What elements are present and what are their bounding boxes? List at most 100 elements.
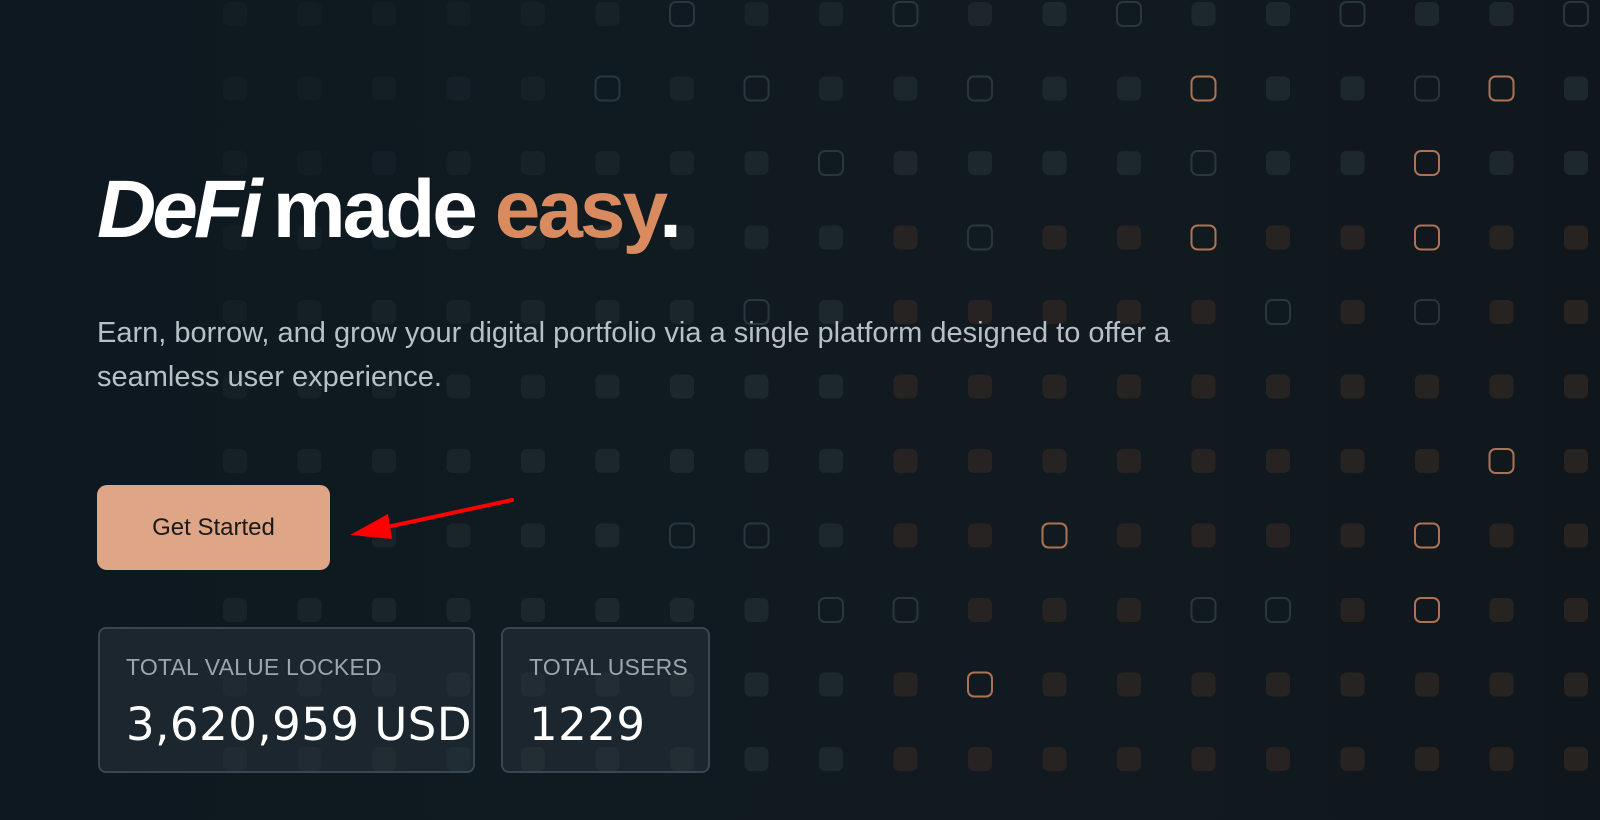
- grid-square: [1042, 672, 1067, 697]
- grid-square: [1266, 747, 1290, 771]
- grid-square: [669, 1, 695, 27]
- grid-square: [893, 747, 918, 771]
- grid-square: [893, 672, 918, 697]
- grid-square: [1564, 300, 1588, 324]
- grid-square: [1042, 598, 1067, 622]
- grid-square: [1266, 523, 1290, 548]
- grid-square: [1266, 2, 1290, 26]
- grid-square: [744, 672, 769, 697]
- grid-square: [1117, 672, 1141, 697]
- grid-square: [1414, 522, 1440, 549]
- grid-square: [1340, 747, 1365, 771]
- grid-square: [744, 449, 769, 473]
- grid-square: [1564, 598, 1588, 622]
- grid-square: [1489, 300, 1514, 324]
- grid-square: [297, 76, 322, 101]
- grid-square: [669, 522, 695, 549]
- grid-square: [1488, 448, 1515, 474]
- grid-square: [1191, 523, 1216, 548]
- grid-square: [521, 2, 545, 26]
- grid-square: [1488, 75, 1515, 102]
- grid-square: [297, 2, 322, 26]
- stat-label: TOTAL VALUE LOCKED: [126, 654, 382, 680]
- hero-headline: DeFi made easy.: [97, 160, 1297, 260]
- grid-square: [743, 75, 770, 102]
- grid-square: [1489, 598, 1514, 622]
- grid-square: [1117, 523, 1141, 548]
- grid-square: [446, 449, 471, 473]
- grid-square: [1415, 374, 1439, 399]
- get-started-button[interactable]: Get Started: [97, 485, 330, 570]
- headline-middle: made: [272, 164, 478, 255]
- grid-square: [1414, 224, 1440, 251]
- grid-square: [223, 598, 247, 622]
- grid-square: [819, 672, 843, 697]
- grid-square: [594, 75, 621, 102]
- grid-square: [968, 2, 992, 26]
- grid-square: [1340, 374, 1365, 399]
- grid-square: [1339, 1, 1366, 27]
- grid-square: [1041, 522, 1068, 549]
- grid-square: [819, 747, 843, 771]
- grid-square: [1340, 300, 1365, 324]
- grid-square: [1340, 598, 1365, 622]
- grid-square: [595, 598, 620, 622]
- grid-square: [1564, 151, 1588, 175]
- grid-square: [670, 76, 694, 101]
- grid-square: [223, 449, 247, 473]
- grid-square: [968, 747, 992, 771]
- grid-square: [1266, 76, 1290, 101]
- grid-square: [968, 449, 992, 473]
- grid-square: [1489, 672, 1514, 697]
- grid-square: [1116, 1, 1142, 27]
- grid-square: [1191, 2, 1216, 26]
- stat-value: 3,620,959 USD: [126, 698, 472, 751]
- grid-square: [1265, 597, 1291, 623]
- grid-square: [223, 2, 247, 26]
- grid-square: [1564, 449, 1588, 473]
- grid-square: [1042, 449, 1067, 473]
- grid-square: [1415, 449, 1439, 473]
- grid-square: [446, 76, 471, 101]
- grid-square: [595, 449, 620, 473]
- grid-square: [1564, 374, 1588, 399]
- grid-square: [1564, 225, 1588, 250]
- grid-square: [1042, 76, 1067, 101]
- grid-square: [1042, 747, 1067, 771]
- grid-square: [744, 598, 769, 622]
- stat-value: 1229: [529, 698, 646, 751]
- grid-square: [1414, 597, 1440, 623]
- grid-square: [670, 598, 694, 622]
- stat-label: TOTAL USERS: [529, 654, 688, 680]
- red-arrow-icon: [350, 498, 514, 539]
- grid-square: [743, 522, 770, 549]
- grid-square: [1191, 449, 1216, 473]
- grid-square: [1340, 523, 1365, 548]
- grid-square: [372, 76, 396, 101]
- hero-section: DeFi made easy.: [97, 160, 1297, 260]
- grid-square: [819, 2, 843, 26]
- grid-square: [1117, 598, 1141, 622]
- grid-square: [1415, 672, 1439, 697]
- stat-card-total-value-locked: TOTAL VALUE LOCKED 3,620,959 USD: [98, 627, 475, 773]
- headline-brand: DeFi: [97, 164, 263, 255]
- grid-square: [1042, 2, 1067, 26]
- grid-square: [1340, 449, 1365, 473]
- grid-square: [819, 523, 843, 548]
- grid-square: [1415, 747, 1439, 771]
- grid-square: [372, 449, 396, 473]
- grid-square: [1489, 747, 1514, 771]
- grid-square: [1489, 523, 1514, 548]
- headline-period: .: [659, 164, 682, 255]
- grid-square: [1340, 151, 1365, 175]
- grid-square: [1489, 225, 1514, 250]
- grid-square: [1489, 2, 1514, 26]
- grid-square: [1190, 75, 1217, 102]
- grid-square: [1415, 2, 1439, 26]
- grid-square: [892, 597, 919, 623]
- grid-square: [1191, 747, 1216, 771]
- grid-square: [1564, 523, 1588, 548]
- grid-square: [595, 523, 620, 548]
- grid-square: [297, 449, 322, 473]
- grid-square: [1489, 374, 1514, 399]
